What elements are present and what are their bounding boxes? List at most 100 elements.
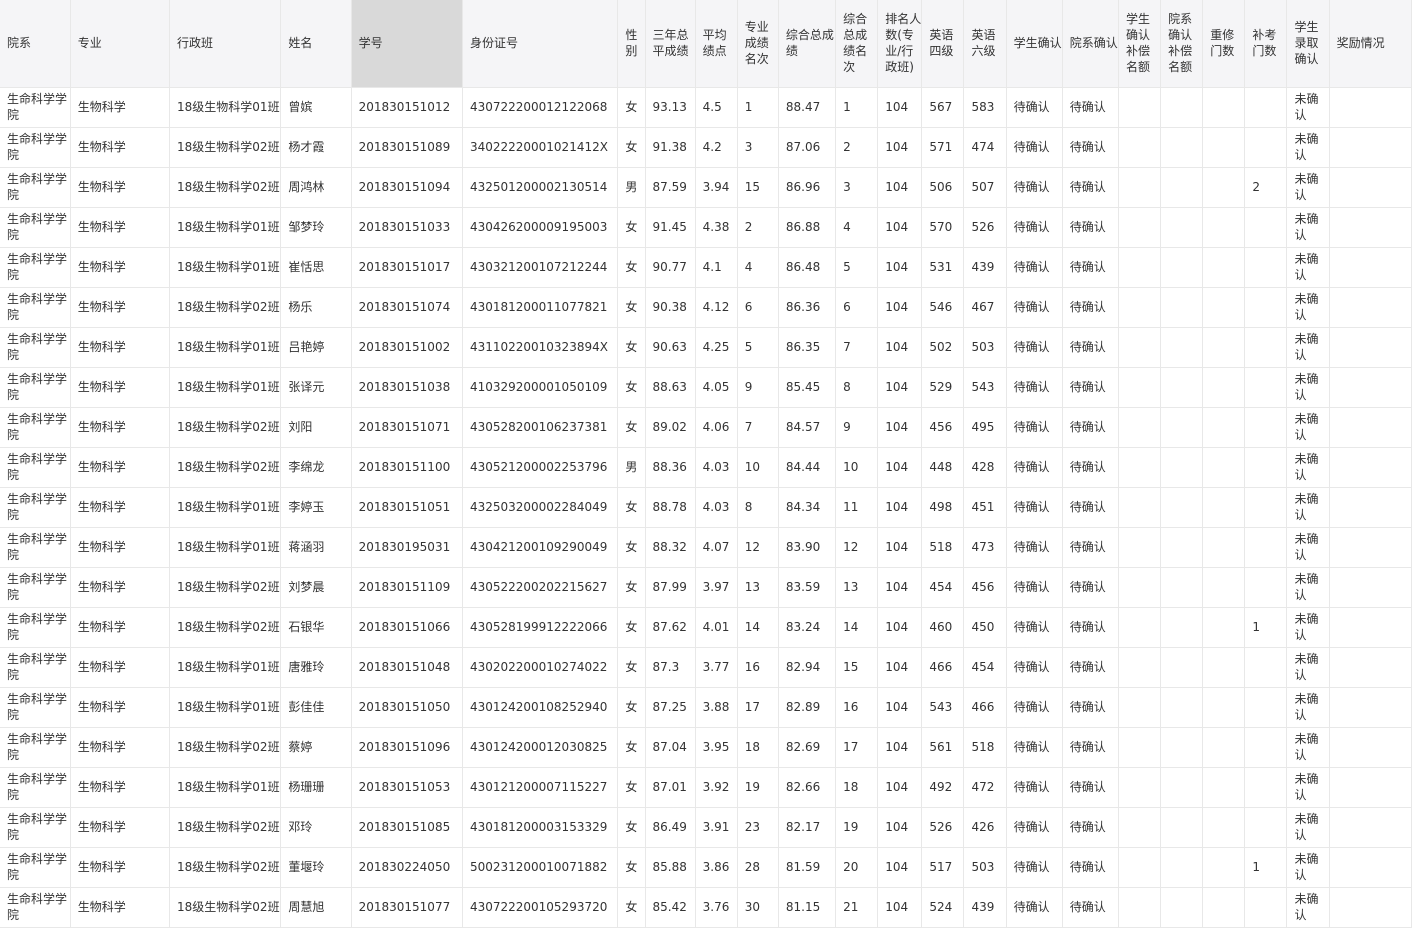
table-row[interactable]: 生命科学学院 生物科学 18级生物科学02班 李绵龙 201830151100 43052… <box>0 447 1412 488</box>
col-student-quota-cell <box>1118 647 1162 688</box>
col-gender-cell: 女 <box>617 407 646 448</box>
col-retake-count-cell <box>1202 487 1246 528</box>
table-row[interactable]: 生命科学学院 生物科学 18级生物科学02班 董堰玲 201830224050 50023… <box>0 847 1412 888</box>
col-student-quota-cell <box>1118 247 1162 288</box>
table-row[interactable]: 生命科学学院 生物科学 18级生物科学01班 蒋涵羽 201830195031 43042… <box>0 527 1412 568</box>
table-row[interactable]: 生命科学学院 生物科学 18级生物科学01班 唐雅玲 201830151048 43020… <box>0 647 1412 688</box>
col-admission-confirm-cell: 未确认 <box>1286 807 1330 848</box>
table-row[interactable]: 生命科学学院 生物科学 18级生物科学02班 杨才霞 201830151089 34022… <box>0 127 1412 168</box>
table-row[interactable]: 生命科学学院 生物科学 18级生物科学01班 彭佳佳 201830151050 43012… <box>0 687 1412 728</box>
col-makeup-count-header[interactable]: 补考门数 <box>1244 0 1288 88</box>
col-awards-cell <box>1329 247 1412 288</box>
col-name-header[interactable]: 姓名 <box>280 0 352 88</box>
table-row[interactable]: 生命科学学院 生物科学 18级生物科学02班 周鸿林 201830151094 43250… <box>0 167 1412 208</box>
table-row[interactable]: 生命科学学院 生物科学 18级生物科学02班 周慧旭 201830151077 43072… <box>0 887 1412 928</box>
col-name-cell: 张译元 <box>280 367 352 408</box>
col-major-rank-cell: 9 <box>737 367 779 408</box>
col-avg-score-cell: 93.13 <box>645 87 696 128</box>
col-avg-score-cell: 88.32 <box>645 527 696 568</box>
col-total-rank-cell: 14 <box>835 607 879 648</box>
col-student-id-header[interactable]: 学号 <box>351 0 463 88</box>
col-student-confirm-header[interactable]: 学生确认 <box>1006 0 1063 88</box>
col-major-rank-header[interactable]: 专业成绩名次 <box>737 0 779 88</box>
table-row[interactable]: 生命科学学院 生物科学 18级生物科学02班 邓玲 201830151085 430181… <box>0 807 1412 848</box>
col-dept-confirm-cell: 待确认 <box>1062 407 1119 448</box>
col-dept-quota-cell <box>1160 887 1204 928</box>
table-row[interactable]: 生命科学学院 生物科学 18级生物科学01班 杨珊珊 201830151053 43012… <box>0 767 1412 808</box>
col-awards-header[interactable]: 奖励情况 <box>1329 0 1412 88</box>
col-gpa-cell: 4.06 <box>695 407 738 448</box>
col-major-rank-cell: 30 <box>737 887 779 928</box>
col-gender-cell: 女 <box>617 647 646 688</box>
col-dept-confirm-header[interactable]: 院系确认 <box>1062 0 1119 88</box>
col-department-header[interactable]: 院系 <box>0 0 71 88</box>
col-total-rank-header[interactable]: 综合总成绩名次 <box>835 0 879 88</box>
col-rank-count-cell: 104 <box>877 607 923 648</box>
col-student-quota-cell <box>1118 887 1162 928</box>
col-retake-count-cell <box>1202 567 1246 608</box>
col-total-rank-cell: 9 <box>835 407 879 448</box>
col-department-cell: 生命科学学院 <box>0 847 71 888</box>
col-makeup-count-cell: 2 <box>1244 167 1288 208</box>
col-id-number-header[interactable]: 身份证号 <box>462 0 619 88</box>
table-row[interactable]: 生命科学学院 生物科学 18级生物科学02班 杨乐 201830151074 430181… <box>0 287 1412 328</box>
col-student-quota-header[interactable]: 学生确认补偿名额 <box>1118 0 1162 88</box>
col-total-score-cell: 82.94 <box>778 647 837 688</box>
table-row[interactable]: 生命科学学院 生物科学 18级生物科学01班 吕艳婷 201830151002 43110… <box>0 327 1412 368</box>
col-dept-confirm-cell: 待确认 <box>1062 87 1119 128</box>
col-total-score-cell: 82.66 <box>778 767 837 808</box>
col-student-quota-cell <box>1118 487 1162 528</box>
col-dept-quota-cell <box>1160 607 1204 648</box>
col-total-score-cell: 86.48 <box>778 247 837 288</box>
table-row[interactable]: 生命科学学院 生物科学 18级生物科学01班 崔恬思 201830151017 43032… <box>0 247 1412 288</box>
col-gender-header[interactable]: 性别 <box>617 0 646 88</box>
col-major-rank-cell: 17 <box>737 687 779 728</box>
col-student-id-cell: 201830151051 <box>351 487 463 528</box>
col-retake-count-header[interactable]: 重修门数 <box>1202 0 1246 88</box>
col-cet4-cell: 518 <box>921 527 965 568</box>
col-total-rank-cell: 20 <box>835 847 879 888</box>
col-avg-score-header[interactable]: 三年总平成绩 <box>645 0 696 88</box>
col-class-cell: 18级生物科学01班 <box>169 647 282 688</box>
header-label: 综合总成绩 <box>785 28 834 59</box>
table-row[interactable]: 生命科学学院 生物科学 18级生物科学01班 曾嫔 201830151012 430722… <box>0 87 1412 128</box>
col-total-rank-cell: 11 <box>835 487 879 528</box>
col-cet4-cell: 567 <box>921 87 965 128</box>
col-total-score-header[interactable]: 综合总成绩 <box>778 0 837 88</box>
col-gpa-cell: 3.91 <box>695 807 738 848</box>
col-admission-confirm-header[interactable]: 学生录取确认 <box>1286 0 1330 88</box>
col-student-quota-cell <box>1118 447 1162 488</box>
col-class-header[interactable]: 行政班 <box>169 0 282 88</box>
col-student-id-cell: 201830151066 <box>351 607 463 648</box>
col-cet6-header[interactable]: 英语六级 <box>963 0 1007 88</box>
col-name-cell: 邓玲 <box>280 807 352 848</box>
col-id-number-cell: 430426200009195003 <box>462 207 619 248</box>
col-rank-count-header[interactable]: 排名人数(专业/行政班) <box>877 0 923 88</box>
col-avg-score-cell: 91.38 <box>645 127 696 168</box>
col-gpa-header[interactable]: 平均绩点 <box>695 0 738 88</box>
col-admission-confirm-cell: 未确认 <box>1286 127 1330 168</box>
col-retake-count-cell <box>1202 167 1246 208</box>
table-row[interactable]: 生命科学学院 生物科学 18级生物科学02班 石银华 201830151066 43052… <box>0 607 1412 648</box>
col-major-cell: 生物科学 <box>70 327 171 368</box>
table-row[interactable]: 生命科学学院 生物科学 18级生物科学01班 张译元 201830151038 41032… <box>0 367 1412 408</box>
table-row[interactable]: 生命科学学院 生物科学 18级生物科学01班 邹梦玲 201830151033 43042… <box>0 207 1412 248</box>
col-id-number-cell: 34022220001021412X <box>462 127 619 168</box>
col-admission-confirm-cell: 未确认 <box>1286 407 1330 448</box>
col-major-cell: 生物科学 <box>70 407 171 448</box>
col-cet4-header[interactable]: 英语四级 <box>921 0 965 88</box>
col-cet4-cell: 456 <box>921 407 965 448</box>
col-retake-count-cell <box>1202 687 1246 728</box>
col-avg-score-cell: 88.78 <box>645 487 696 528</box>
col-dept-quota-header[interactable]: 院系确认补偿名额 <box>1160 0 1204 88</box>
col-total-rank-cell: 1 <box>835 87 879 128</box>
table-row[interactable]: 生命科学学院 生物科学 18级生物科学02班 刘阳 201830151071 430528… <box>0 407 1412 448</box>
table-row[interactable]: 生命科学学院 生物科学 18级生物科学02班 蔡婷 201830151096 430124… <box>0 727 1412 768</box>
table-row[interactable]: 生命科学学院 生物科学 18级生物科学01班 李婷玉 201830151051 43250… <box>0 487 1412 528</box>
col-awards-cell <box>1329 167 1412 208</box>
col-major-header[interactable]: 专业 <box>70 0 171 88</box>
table-row[interactable]: 生命科学学院 生物科学 18级生物科学02班 刘梦晨 201830151109 43052… <box>0 567 1412 608</box>
col-dept-confirm-cell: 待确认 <box>1062 887 1119 928</box>
col-major-cell: 生物科学 <box>70 607 171 648</box>
col-makeup-count-cell <box>1244 887 1288 928</box>
